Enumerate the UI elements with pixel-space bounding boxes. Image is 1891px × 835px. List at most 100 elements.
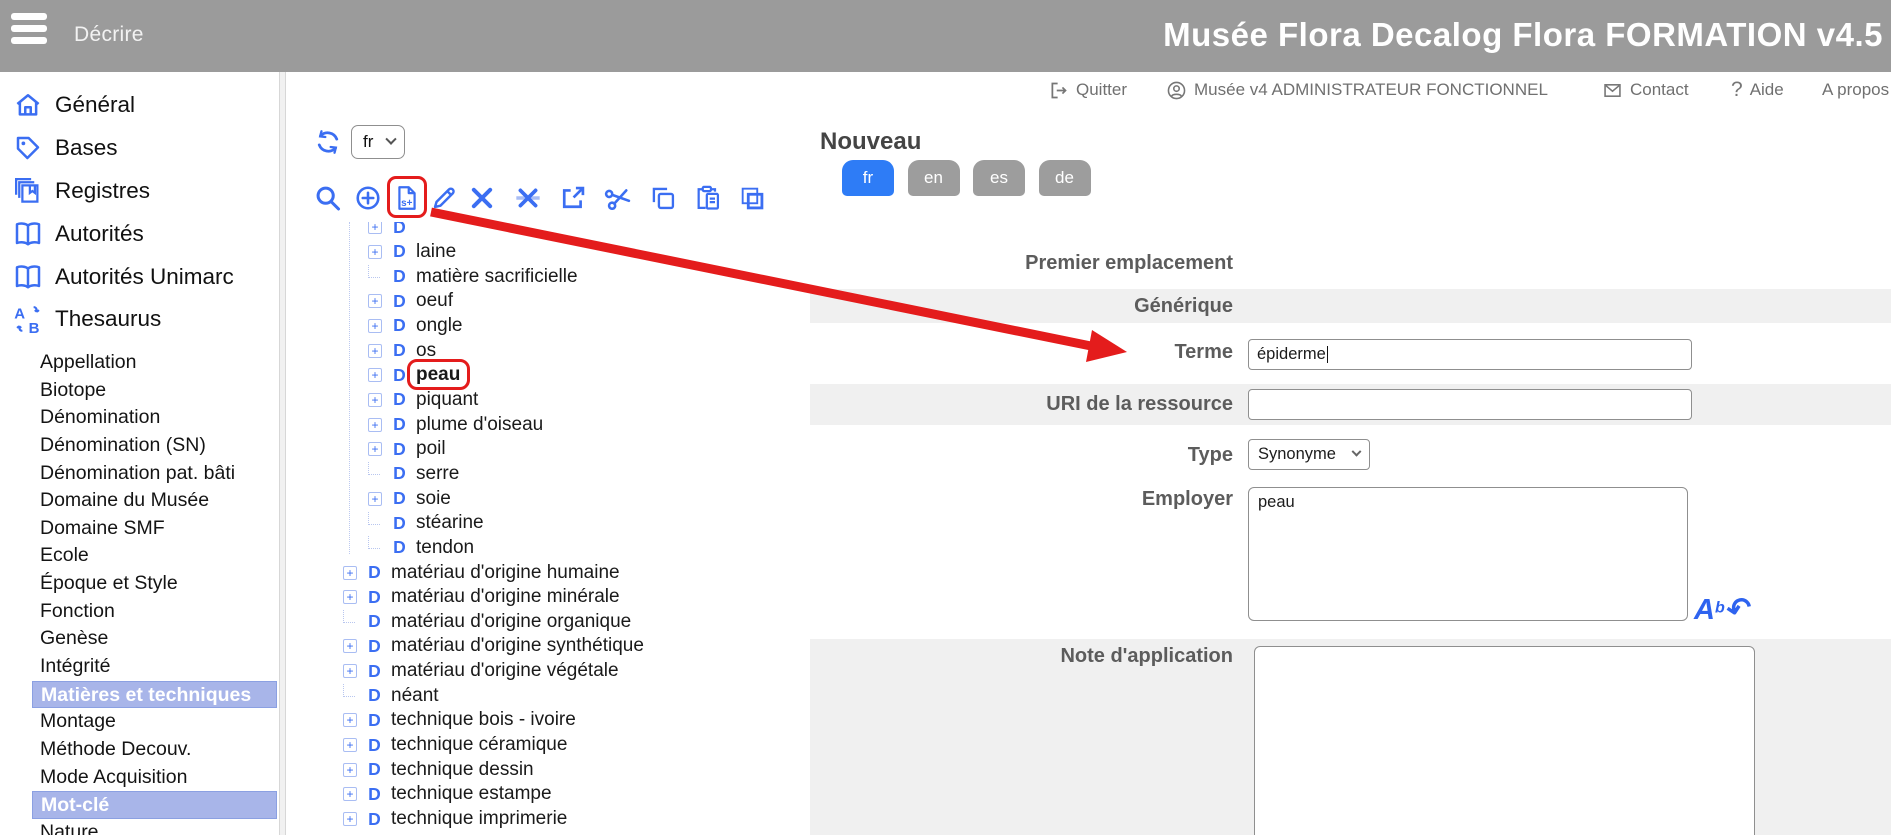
sidebar-item-general[interactable]: Général [0,84,279,127]
expand-plus-icon[interactable]: + [343,812,357,826]
sidebar-thesaurus-item[interactable]: Fonction [0,598,277,626]
tree-item[interactable]: Dmatière sacrificielle [287,264,810,289]
add-circle-icon[interactable] [354,184,382,212]
tab-lang-es[interactable]: es [973,160,1025,196]
sidebar-item-autorites[interactable]: Autorités [0,212,279,255]
duplicate-icon[interactable] [738,184,766,212]
expand-plus-icon[interactable]: + [368,344,382,358]
tree-item[interactable]: +Dtechnique imprimerie [287,807,810,832]
tree-item[interactable]: +Dpeau [287,363,810,388]
exponent-icon[interactable]: Ab [1694,595,1725,625]
tree-item-label[interactable]: matière sacrificielle [416,266,578,288]
sidebar-thesaurus-item[interactable]: Intégrité [0,653,277,681]
tree-item-label[interactable]: oeuf [416,290,453,312]
expand-plus-icon[interactable]: + [343,787,357,801]
tree-item[interactable]: +Dtechnique estampe [287,782,810,807]
tree-item[interactable]: +Dsoie [287,486,810,511]
expand-plus-icon[interactable]: + [343,713,357,727]
sidebar-thesaurus-item[interactable]: Dénomination (SN) [0,432,277,460]
paste-icon[interactable] [694,184,722,212]
tree-item[interactable]: Dstéarine [287,511,810,536]
expand-plus-icon[interactable]: + [368,442,382,456]
tree-item-label[interactable]: matériau d'origine synthétique [391,635,644,657]
sidebar-thesaurus-item[interactable]: Mot-clé [32,791,277,819]
tree-item-label[interactable]: technique imprimerie [391,808,567,830]
tree-item-label[interactable]: néant [391,685,439,707]
sidebar-thesaurus-item[interactable]: Appellation [0,349,277,377]
delete-strike-icon[interactable] [514,184,542,212]
sidebar-item-thesaurus[interactable]: AB Thesaurus [0,298,279,341]
sidebar-item-registres[interactable]: Registres [0,170,279,213]
sidebar-thesaurus-item[interactable]: Méthode Decouv. [0,736,277,764]
tree-item-label[interactable]: stéarine [416,512,484,534]
tree-item-label[interactable]: peau [416,364,460,386]
sidebar-scrollbar[interactable] [279,72,286,835]
edit-pencil-icon[interactable] [430,184,458,212]
tree-item[interactable]: +Dpoil [287,437,810,462]
expand-plus-icon[interactable]: + [368,319,382,333]
tree-item-label[interactable]: plume d'oiseau [416,414,543,436]
tree-item-label[interactable]: soie [416,488,451,510]
sidebar-thesaurus-item[interactable]: Ecole [0,542,277,570]
expand-plus-icon[interactable]: + [368,245,382,259]
tree-item[interactable]: +Dmatériau d'origine minérale [287,585,810,610]
add-synonym-document-icon[interactable]: s+ [393,184,421,212]
tree-item[interactable]: +Dtechnique dessin [287,757,810,782]
expand-plus-icon[interactable]: + [368,294,382,308]
tree-item-label[interactable]: ongle [416,315,463,337]
tree-item[interactable]: Dnéant [287,683,810,708]
tree-item[interactable]: +Dpiquant [287,388,810,413]
tab-lang-de[interactable]: de [1039,160,1091,196]
expand-plus-icon[interactable]: + [343,763,357,777]
sidebar-thesaurus-item[interactable]: Époque et Style [0,570,277,598]
hamburger-menu-icon[interactable] [11,13,49,45]
expand-plus-icon[interactable]: + [343,566,357,580]
tree-item[interactable]: +Dmatériau d'origine humaine [287,560,810,585]
tree-item[interactable]: Dtendon [287,536,810,561]
refresh-icon[interactable] [314,128,342,156]
tree-item[interactable]: +Dplume d'oiseau [287,412,810,437]
tree-item-label[interactable]: laine [416,241,456,263]
expand-plus-icon[interactable]: + [368,418,382,432]
tree-item[interactable]: +Dtechnique céramique [287,733,810,758]
employer-textarea[interactable]: peau [1248,487,1688,621]
tree-item[interactable]: +Dongle [287,314,810,339]
sidebar-thesaurus-item[interactable]: Nature [0,819,277,835]
copy-icon[interactable] [649,184,677,212]
sidebar-thesaurus-item[interactable]: Mode Acquisition [0,764,277,792]
sidebar-thesaurus-item[interactable]: Domaine du Musée [0,487,277,515]
tree-item[interactable]: +Dmatériau d'origine synthétique [287,634,810,659]
tree-item-label[interactable]: piquant [416,389,478,411]
open-external-icon[interactable] [559,184,587,212]
expand-plus-icon[interactable]: + [343,590,357,604]
sidebar-thesaurus-item[interactable]: Matières et techniques [32,681,277,709]
tree-item-label[interactable]: technique céramique [391,734,567,756]
tree-scroll-area[interactable]: +D+DlaineDmatière sacrificielle+Doeuf+Do… [287,222,810,835]
tree-item-label[interactable]: poil [416,438,446,460]
tree-item-label[interactable]: matériau d'origine organique [391,611,631,633]
sidebar-thesaurus-item[interactable]: Genèse [0,625,277,653]
expand-plus-icon[interactable]: + [368,222,382,234]
tab-lang-fr[interactable]: fr [842,160,894,196]
expand-plus-icon[interactable]: + [343,664,357,678]
tree-item-label[interactable]: technique dessin [391,759,534,781]
sidebar-thesaurus-item[interactable]: Biotope [0,377,277,405]
tree-item-label[interactable]: matériau d'origine végétale [391,660,619,682]
tree-item-label[interactable]: serre [416,463,459,485]
tree-item-label[interactable]: matériau d'origine humaine [391,562,620,584]
expand-plus-icon[interactable]: + [343,639,357,653]
tree-item[interactable]: Dserre [287,462,810,487]
tree-item-label[interactable]: technique bois - ivoire [391,709,576,731]
tree-item[interactable]: +Doeuf [287,289,810,314]
note-textarea[interactable] [1254,646,1755,835]
delete-x-icon[interactable] [468,184,496,212]
expand-plus-icon[interactable]: + [343,738,357,752]
expand-plus-icon[interactable]: + [368,393,382,407]
undo-icon[interactable]: ↶ [1724,593,1755,628]
cut-scissors-icon[interactable] [604,184,632,212]
terme-input[interactable]: épiderme [1248,339,1692,370]
uri-input[interactable] [1248,389,1692,420]
tree-item[interactable]: +D [287,222,810,240]
language-select[interactable]: fr [351,125,405,159]
expand-plus-icon[interactable]: + [368,368,382,382]
